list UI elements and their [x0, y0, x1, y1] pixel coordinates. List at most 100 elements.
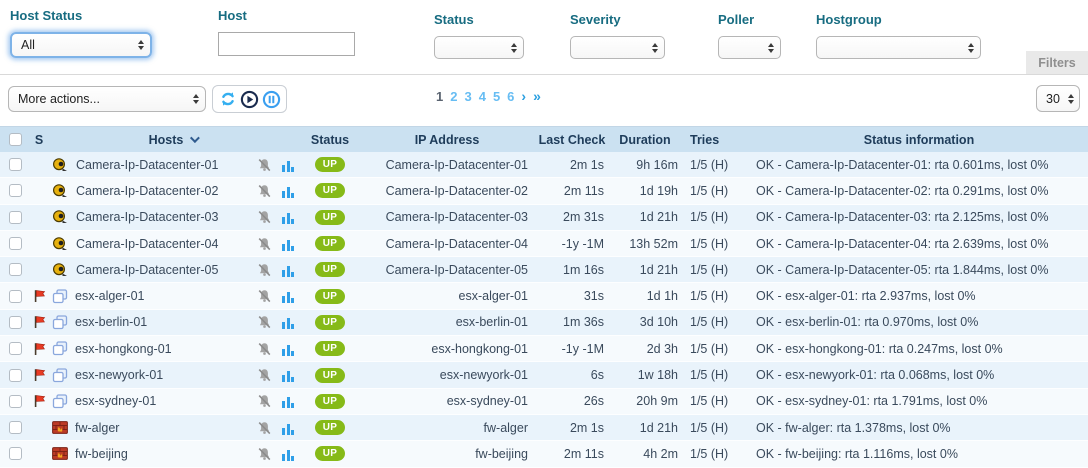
- notifications-muted-icon: [257, 184, 272, 198]
- host-name[interactable]: esx-newyork-01: [75, 368, 257, 382]
- performance-graph-icon[interactable]: [282, 160, 294, 172]
- firewall-icon: [52, 447, 68, 460]
- row-checkbox[interactable]: [9, 290, 22, 303]
- row-checkbox[interactable]: [9, 369, 22, 382]
- status-information: OK - Camera-Ip-Datacenter-01: rta 0.601m…: [750, 158, 1088, 172]
- duration: 1d 1h: [608, 289, 682, 303]
- host-name[interactable]: Camera-Ip-Datacenter-02: [76, 184, 257, 198]
- row-checkbox[interactable]: [9, 447, 22, 460]
- host-status-select[interactable]: All: [10, 32, 152, 58]
- host-name[interactable]: esx-berlin-01: [75, 315, 257, 329]
- stepper-icon: [138, 40, 144, 50]
- last-check: 31s: [536, 289, 608, 303]
- col-severity: S: [30, 133, 48, 147]
- row-checkbox[interactable]: [9, 237, 22, 250]
- pause-icon[interactable]: [262, 90, 281, 109]
- host-name[interactable]: Camera-Ip-Datacenter-03: [76, 210, 257, 224]
- select-all-checkbox[interactable]: [9, 133, 22, 146]
- status-information: OK - Camera-Ip-Datacenter-05: rta 1.844m…: [750, 263, 1088, 277]
- last-check: -1y -1M: [536, 342, 608, 356]
- host-name[interactable]: fw-beijing: [75, 447, 257, 461]
- pagination-last[interactable]: »: [533, 88, 541, 104]
- last-check: -1y -1M: [536, 237, 608, 251]
- sort-chevron-down-icon: [190, 133, 200, 143]
- pagination-next[interactable]: ›: [521, 88, 526, 104]
- performance-graph-icon[interactable]: [282, 186, 294, 198]
- tries: 1/5 (H): [682, 342, 750, 356]
- performance-graph-icon[interactable]: [282, 265, 294, 277]
- page-5[interactable]: 5: [493, 89, 500, 104]
- host-name[interactable]: Camera-Ip-Datacenter-04: [76, 237, 257, 251]
- tries: 1/5 (H): [682, 421, 750, 435]
- row-checkbox[interactable]: [9, 158, 22, 171]
- col-hosts[interactable]: Hosts: [48, 133, 302, 147]
- vm-icon: [52, 341, 68, 356]
- last-check: 26s: [536, 394, 608, 408]
- more-actions-select[interactable]: More actions...: [8, 86, 206, 112]
- performance-graph-icon[interactable]: [282, 317, 294, 329]
- performance-graph-icon[interactable]: [282, 370, 294, 382]
- last-check: 1m 16s: [536, 263, 608, 277]
- page-2[interactable]: 2: [450, 89, 457, 104]
- col-ip: IP Address: [358, 133, 536, 147]
- duration: 1d 21h: [608, 263, 682, 277]
- notifications-muted-icon: [257, 368, 272, 382]
- row-checkbox[interactable]: [9, 211, 22, 224]
- tries: 1/5 (H): [682, 158, 750, 172]
- stepper-icon: [968, 43, 974, 53]
- status-information: OK - esx-hongkong-01: rta 0.247ms, lost …: [750, 342, 1088, 356]
- status-badge: UP: [315, 394, 346, 409]
- tries: 1/5 (H): [682, 237, 750, 251]
- performance-graph-icon[interactable]: [282, 344, 294, 356]
- notifications-muted-icon: [257, 447, 272, 461]
- more-actions-value: More actions...: [18, 92, 100, 106]
- row-checkbox[interactable]: [9, 395, 22, 408]
- row-checkbox[interactable]: [9, 342, 22, 355]
- page-size-select[interactable]: 30: [1036, 85, 1080, 112]
- row-checkbox[interactable]: [9, 263, 22, 276]
- host-name[interactable]: Camera-Ip-Datacenter-05: [76, 263, 257, 277]
- status-badge: UP: [315, 368, 346, 383]
- stepper-icon: [652, 43, 658, 53]
- duration: 4h 2m: [608, 447, 682, 461]
- performance-graph-icon[interactable]: [282, 396, 294, 408]
- ip-address: Camera-Ip-Datacenter-03: [358, 210, 536, 224]
- page-3[interactable]: 3: [464, 89, 471, 104]
- severity-flag-icon: [33, 315, 46, 329]
- page-6[interactable]: 6: [507, 89, 514, 104]
- performance-graph-icon[interactable]: [282, 449, 294, 461]
- host-name[interactable]: Camera-Ip-Datacenter-01: [76, 158, 257, 172]
- page-1[interactable]: 1: [436, 89, 443, 104]
- poller-select[interactable]: [718, 36, 781, 59]
- play-icon[interactable]: [240, 90, 259, 109]
- status-select[interactable]: [434, 36, 524, 59]
- poller-label: Poller: [718, 12, 781, 27]
- hostgroup-select[interactable]: [816, 36, 981, 59]
- status-badge: UP: [315, 289, 346, 304]
- host-name[interactable]: esx-alger-01: [75, 289, 257, 303]
- performance-graph-icon[interactable]: [282, 212, 294, 224]
- status-information: OK - Camera-Ip-Datacenter-02: rta 0.291m…: [750, 184, 1088, 198]
- filters-toggle[interactable]: Filters: [1026, 51, 1088, 74]
- duration: 1d 19h: [608, 184, 682, 198]
- host-label: Host: [218, 8, 355, 23]
- ip-address: Camera-Ip-Datacenter-01: [358, 158, 536, 172]
- host-name[interactable]: esx-sydney-01: [75, 394, 257, 408]
- severity-select[interactable]: [570, 36, 665, 59]
- performance-graph-icon[interactable]: [282, 291, 294, 303]
- vm-icon: [52, 368, 68, 383]
- page-4[interactable]: 4: [479, 89, 486, 104]
- host-input[interactable]: [218, 32, 355, 56]
- refresh-icon[interactable]: [218, 90, 237, 109]
- host-name[interactable]: esx-hongkong-01: [75, 342, 257, 356]
- ip-address: esx-hongkong-01: [358, 342, 536, 356]
- row-checkbox[interactable]: [9, 316, 22, 329]
- row-checkbox[interactable]: [9, 184, 22, 197]
- performance-graph-icon[interactable]: [282, 239, 294, 251]
- camera-icon: [52, 184, 69, 198]
- filters-toggle-label: Filters: [1038, 56, 1076, 70]
- row-checkbox[interactable]: [9, 421, 22, 434]
- notifications-muted-icon: [257, 315, 272, 329]
- performance-graph-icon[interactable]: [282, 423, 294, 435]
- host-name[interactable]: fw-alger: [75, 421, 257, 435]
